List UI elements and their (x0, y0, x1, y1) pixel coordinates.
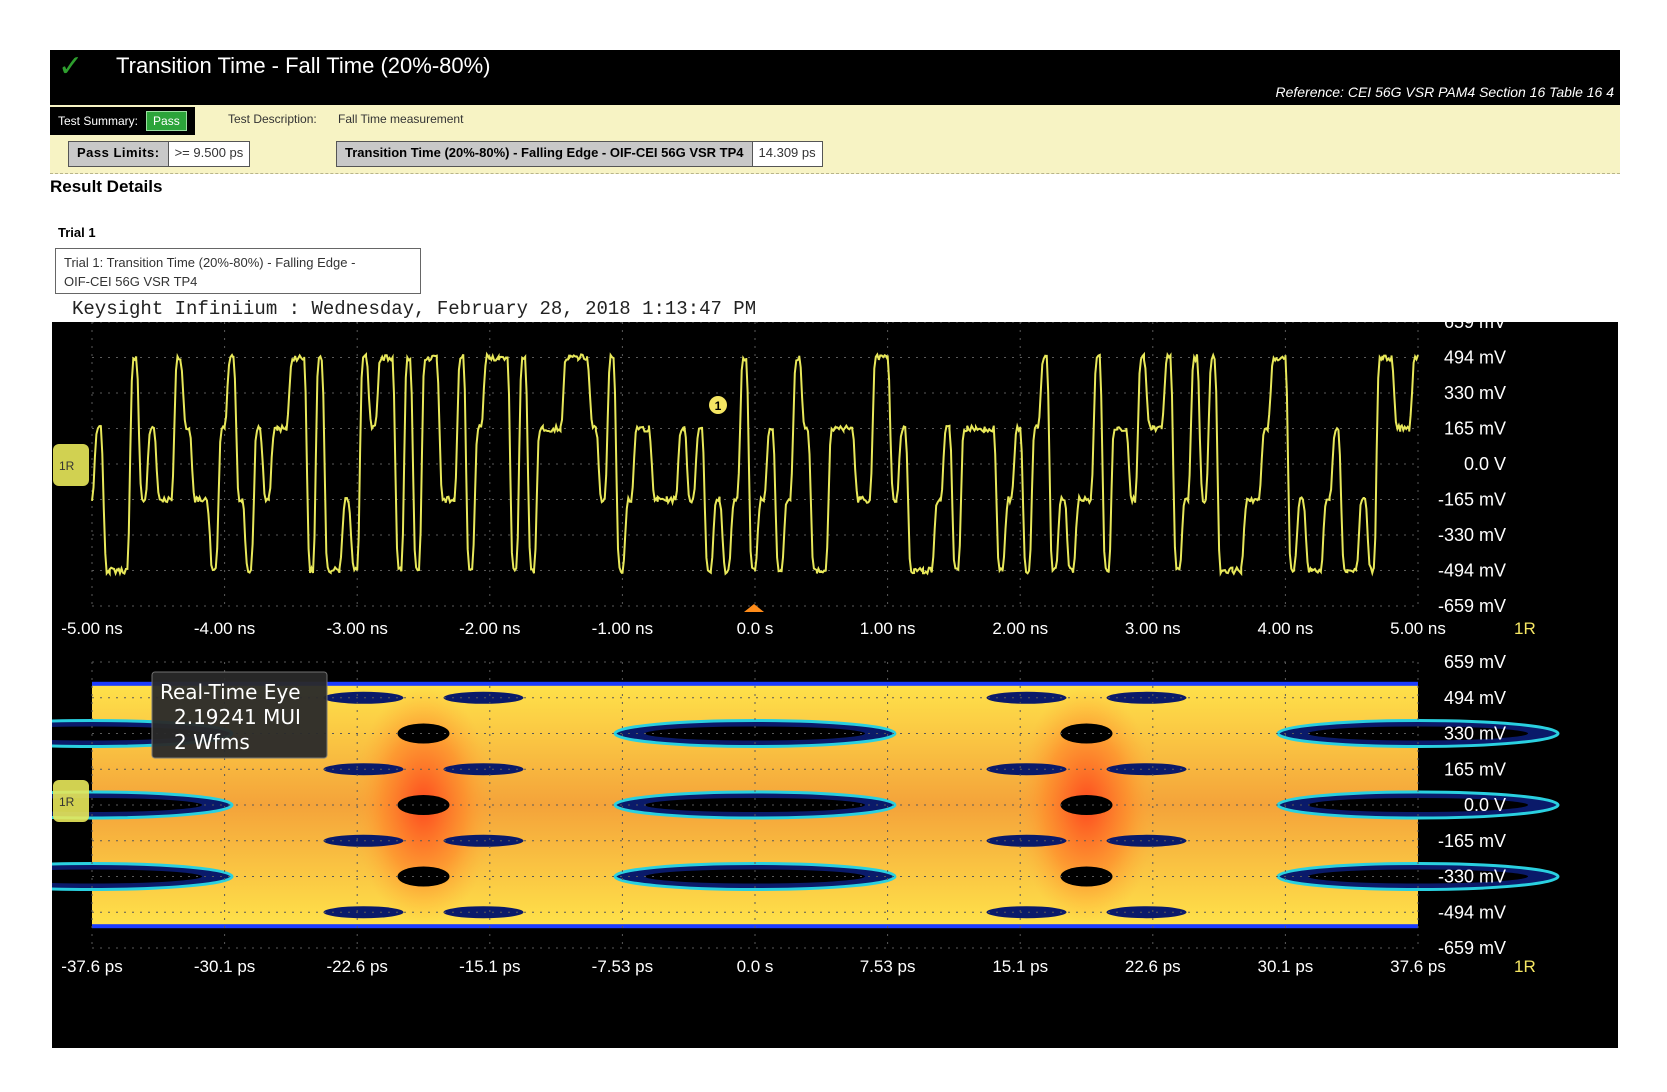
top-y-label: 330 mV (1444, 383, 1506, 403)
channel-1r-badge-top[interactable]: 1R (53, 444, 89, 486)
top-y-label: 659 mV (1444, 322, 1506, 332)
top-channel-label: 1R (1514, 619, 1536, 638)
bottom-y-label: -330 mV (1438, 867, 1506, 887)
bottom-x-axis-labels: -37.6 ps -30.1 ps -22.6 ps -15.1 ps -7.53 ps… (61, 957, 1535, 976)
real-time-eye-info-box: Real-Time Eye 2.19241 MUI 2 Wfms (151, 671, 328, 759)
bottom-channel-label: 1R (1514, 957, 1536, 976)
top-y-label: 494 mV (1444, 348, 1506, 368)
top-x-label: -1.00 ns (592, 619, 653, 638)
bottom-y-label: -165 mV (1438, 831, 1506, 851)
top-x-label: 4.00 ns (1258, 619, 1314, 638)
trial-heading: Trial 1 (58, 225, 96, 240)
bottom-y-label: 0.0 V (1464, 795, 1506, 815)
bottom-x-label: -7.53 ps (592, 957, 653, 976)
eye-box-mui: 2.19241 MUI (174, 705, 301, 729)
test-summary: Test Summary: Pass (50, 107, 195, 135)
waveform-panel: 1 (91, 322, 1419, 612)
bottom-x-label: 15.1 ps (992, 957, 1048, 976)
bottom-y-label: 165 mV (1444, 759, 1506, 779)
test-summary-label: Test Summary: (58, 114, 139, 128)
top-x-label: 0.0 s (737, 619, 774, 638)
measurement-value: 14.309 ps (758, 145, 816, 160)
trial-caption: Trial 1: Transition Time (20%-80%) - Fal… (55, 248, 421, 294)
top-x-label: -3.00 ns (326, 619, 387, 638)
top-y-label: 0.0 V (1464, 454, 1506, 474)
bottom-x-label: -30.1 ps (194, 957, 255, 976)
channel-1r-label: 1R (59, 459, 75, 473)
bottom-x-label: 7.53 ps (860, 957, 916, 976)
top-x-label: 3.00 ns (1125, 619, 1181, 638)
top-y-label: 165 mV (1444, 419, 1506, 439)
test-header-bar: ✓ Transition Time - Fall Time (20%-80%) … (50, 50, 1620, 105)
bottom-x-label: 30.1 ps (1258, 957, 1314, 976)
reference-text: Reference: CEI 56G VSR PAM4 Section 16 T… (1275, 84, 1614, 100)
result-details-heading: Result Details (50, 177, 163, 196)
channel-1r-badge-bottom[interactable]: 1R (53, 780, 89, 822)
top-x-label: 5.00 ns (1390, 619, 1446, 638)
top-x-label: -5.00 ns (61, 619, 122, 638)
pass-limits-value: >= 9.500 ps (174, 145, 244, 160)
marker-1-label: 1 (715, 399, 722, 413)
bottom-x-label: 22.6 ps (1125, 957, 1181, 976)
channel-1r-label-2: 1R (59, 795, 75, 809)
oscilloscope-screen: 1 1R 1R 659 mV 494 mV 330 mV 165 mV 0.0 V -16… (52, 322, 1618, 1048)
trial-caption-line2: OIF-CEI 56G VSR TP4 (64, 274, 198, 289)
bottom-x-label: -37.6 ps (61, 957, 122, 976)
bottom-x-label: -22.6 ps (326, 957, 387, 976)
top-y-label: -659 mV (1438, 596, 1506, 616)
test-summary-panel: Test Summary: Pass Test Description: Fal… (50, 105, 1620, 174)
scope-header: Keysight Infiniium : Wednesday, February… (72, 298, 757, 320)
bottom-x-label: -15.1 ps (459, 957, 520, 976)
top-y-label: -330 mV (1438, 525, 1506, 545)
top-x-label: 2.00 ns (992, 619, 1048, 638)
test-description-label: Test Description: (228, 112, 317, 126)
top-x-axis-labels: -5.00 ns -4.00 ns -3.00 ns -2.00 ns -1.00 ns… (61, 619, 1535, 638)
bottom-y-label: -494 mV (1438, 902, 1506, 922)
top-x-label: -2.00 ns (459, 619, 520, 638)
bottom-x-label: 0.0 s (737, 957, 774, 976)
bottom-y-label: 659 mV (1444, 652, 1506, 672)
bottom-y-label: -659 mV (1438, 938, 1506, 958)
top-y-axis-labels: 659 mV 494 mV 330 mV 165 mV 0.0 V -165 mV -330… (1438, 322, 1506, 616)
eye-box-wfms: 2 Wfms (174, 730, 250, 754)
scope-svg: 1 1R 1R 659 mV 494 mV 330 mV 165 mV 0.0 V -16… (52, 322, 1560, 976)
measurement-result: Transition Time (20%-80%) - Falling Edge… (336, 141, 823, 167)
bottom-y-label: 330 mV (1444, 724, 1506, 744)
trial-caption-line1: Trial 1: Transition Time (20%-80%) - Fal… (64, 255, 356, 270)
pass-check-icon: ✓ (58, 49, 84, 84)
test-title: Transition Time - Fall Time (20%-80%) (116, 53, 491, 78)
top-x-label: -4.00 ns (194, 619, 255, 638)
top-y-label: -165 mV (1438, 490, 1506, 510)
top-x-label: 1.00 ns (860, 619, 916, 638)
eye-box-title: Real-Time Eye (160, 680, 301, 704)
test-description: Test Description: Fall Time measurement (228, 112, 463, 126)
pass-limits-label: Pass Limits: (69, 142, 169, 166)
status-badge: Pass (146, 111, 187, 131)
pass-limits: Pass Limits: >= 9.500 ps (68, 141, 251, 167)
measurement-label: Transition Time (20%-80%) - Falling Edge… (337, 142, 753, 166)
top-y-label: -494 mV (1438, 561, 1506, 581)
bottom-x-label: 37.6 ps (1390, 957, 1446, 976)
bottom-y-label: 494 mV (1444, 688, 1506, 708)
test-description-value: Fall Time measurement (338, 112, 464, 126)
